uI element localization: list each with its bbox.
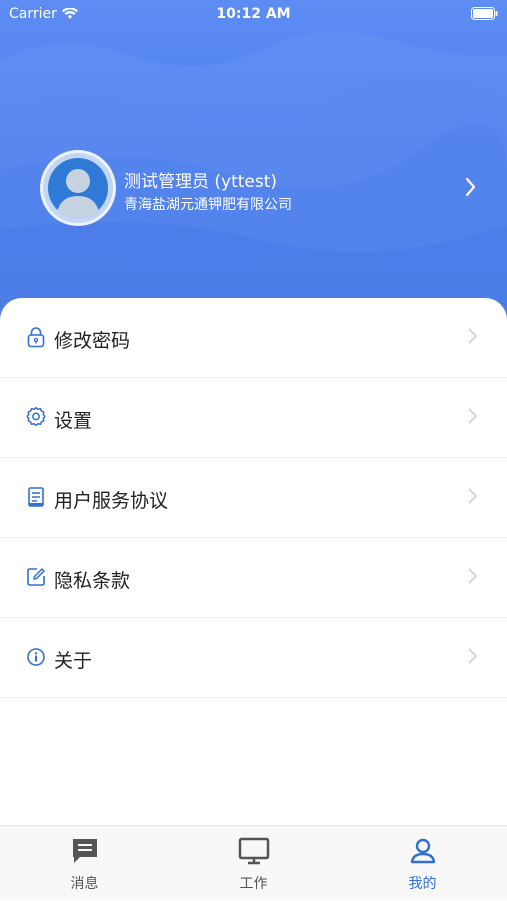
info-icon: [27, 648, 45, 666]
profile-row[interactable]: 测试管理员 (yttest) 青海盐湖元通钾肥有限公司: [40, 150, 485, 230]
tab-mine[interactable]: 我的: [338, 826, 507, 901]
menu-item-privacy[interactable]: 隐私条款: [0, 538, 507, 618]
clock: 10:12 AM: [216, 6, 291, 22]
chevron-right-icon: [468, 488, 477, 504]
menu-card: 修改密码 设置 用户服务协议 隐私条款 关于: [0, 298, 507, 828]
document-icon: [28, 487, 44, 507]
tab-label: 消息: [70, 876, 99, 892]
tab-label: 工作: [239, 876, 268, 892]
company-name: 青海盐湖元通钾肥有限公司: [124, 197, 292, 213]
menu-item-label: 用户服务协议: [54, 490, 169, 512]
chevron-right-icon: [468, 328, 477, 344]
tab-label: 我的: [408, 876, 437, 892]
avatar[interactable]: [40, 150, 116, 226]
status-bar: Carrier 10:12 AM: [0, 0, 507, 28]
menu-item-label: 修改密码: [54, 330, 131, 352]
tab-bar: 消息 工作 我的: [0, 825, 507, 900]
menu-item-change-password[interactable]: 修改密码: [0, 298, 507, 378]
menu-item-label: 隐私条款: [54, 570, 131, 592]
monitor-icon: [238, 837, 269, 865]
lock-icon: [27, 327, 45, 348]
chevron-right-icon: [468, 648, 477, 664]
profile-header: Carrier 10:12 AM 测试管理员 (yttest) 青海盐湖元通钾肥…: [0, 0, 507, 330]
user-name: 测试管理员 (yttest): [124, 172, 278, 192]
edit-icon: [27, 568, 45, 586]
default-avatar-icon: [56, 169, 100, 218]
tab-work[interactable]: 工作: [169, 826, 338, 901]
menu-item-label: 关于: [54, 650, 93, 672]
battery-icon: [471, 7, 498, 24]
message-icon: [72, 839, 97, 863]
chevron-right-icon: [468, 408, 477, 424]
gear-icon: [26, 407, 46, 426]
user-icon: [410, 838, 435, 864]
menu-item-label: 设置: [54, 410, 93, 432]
menu-item-about[interactable]: 关于: [0, 618, 507, 698]
menu-item-settings[interactable]: 设置: [0, 378, 507, 458]
chevron-right-icon[interactable]: [465, 177, 477, 197]
chevron-right-icon: [468, 568, 477, 584]
menu-item-user-agreement[interactable]: 用户服务协议: [0, 458, 507, 538]
tab-messages[interactable]: 消息: [0, 826, 169, 901]
